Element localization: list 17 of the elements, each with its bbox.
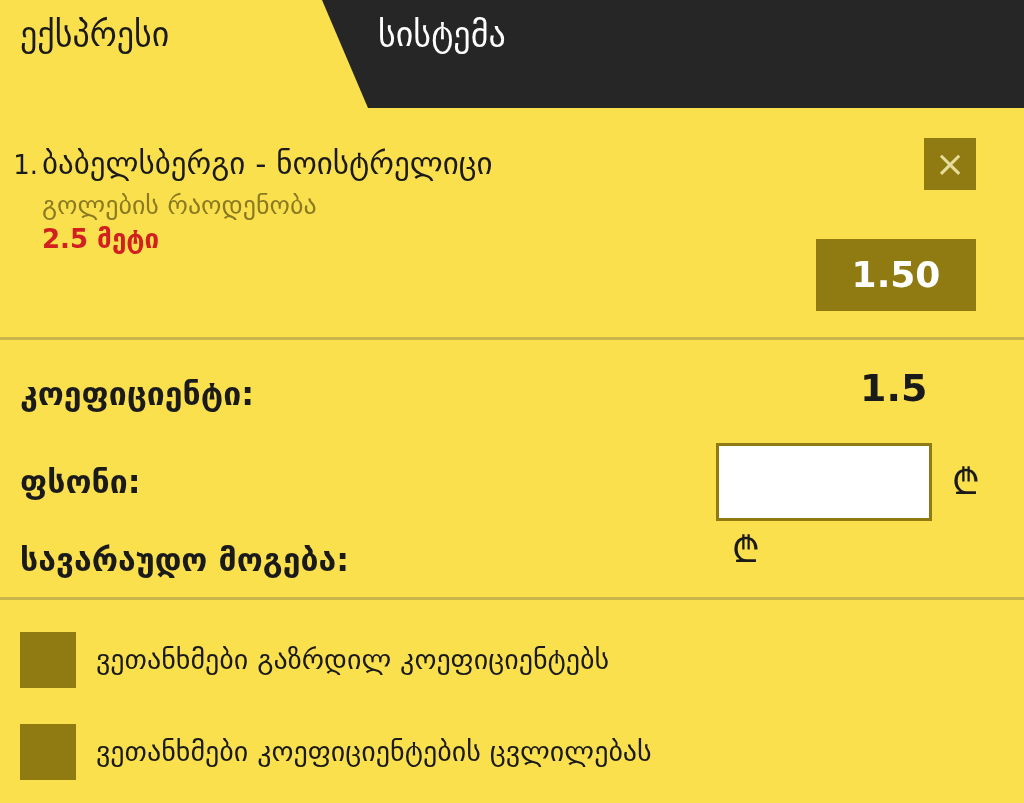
checkbox[interactable] [20, 724, 76, 780]
tab[interactable]: ექსპრესი [0, 0, 368, 108]
currency-sign: ₾ [952, 460, 980, 504]
stake-label: ფსონი: [20, 462, 142, 503]
checkbox-label: ვეთანხმები გაზრდილ კოეფიციენტებს [96, 642, 610, 678]
bet-number: 1. [12, 149, 39, 182]
checkbox-label: ვეთანხმები კოეფიციენტების ცვლილებას [96, 734, 652, 770]
checkbox[interactable] [20, 632, 76, 688]
selection: 2.5 მეტი [42, 223, 161, 256]
total-odds: 1.5 [860, 365, 928, 412]
match-title: ბაბელსბერგი - ნოისტრელიცი [42, 144, 494, 183]
potential-win-label: სავარაუდო მოგება: [20, 540, 350, 581]
currency-sign: ₾ [732, 528, 760, 572]
market-name: გოლების რაოდენობა [42, 189, 318, 222]
stake-input[interactable] [716, 443, 932, 521]
odds-button[interactable]: 1.50 [816, 239, 976, 311]
odds-label: კოეფიციენტი: [20, 374, 255, 415]
